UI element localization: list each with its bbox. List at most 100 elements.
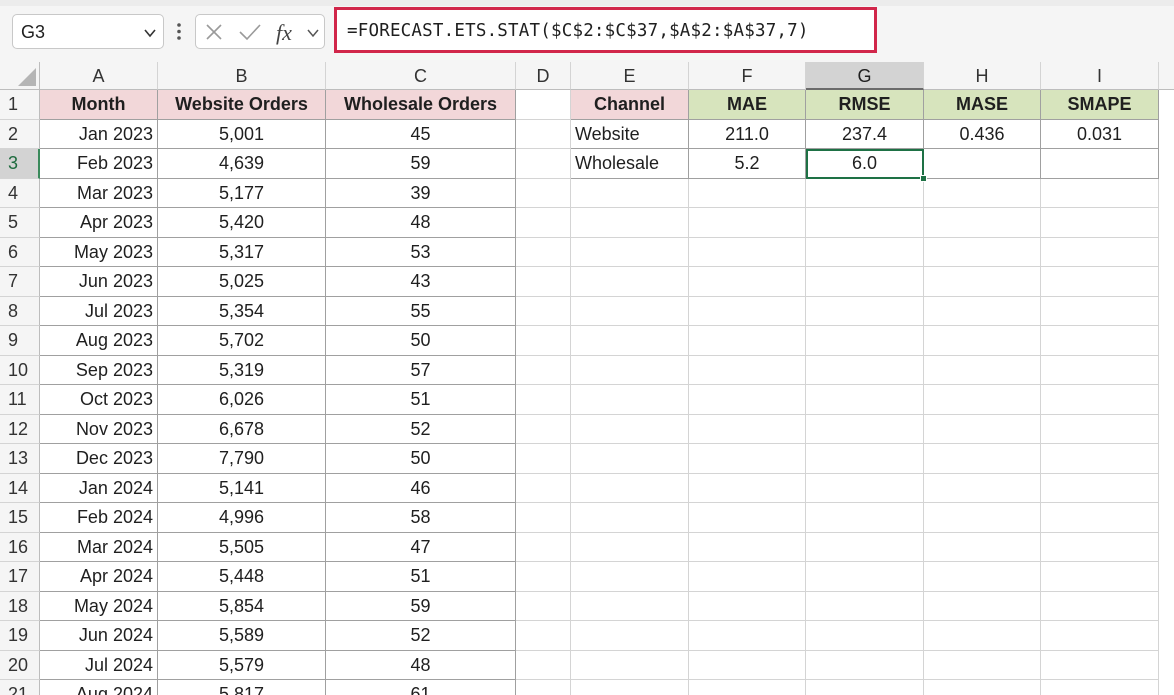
cell-f18[interactable] xyxy=(689,591,806,621)
month-cell[interactable]: Jul 2023 xyxy=(40,296,158,326)
wholesale-orders-cell[interactable]: 59 xyxy=(326,591,516,621)
cell-g8[interactable] xyxy=(806,296,924,326)
cell-e15[interactable] xyxy=(571,503,689,533)
cell-h18[interactable] xyxy=(924,591,1041,621)
wholesale-orders-cell[interactable]: 57 xyxy=(326,355,516,385)
table1-header-a[interactable]: Month xyxy=(40,90,158,120)
cell-i11[interactable] xyxy=(1041,385,1159,415)
channel-cell[interactable]: Wholesale xyxy=(571,149,689,179)
cell-h7[interactable] xyxy=(924,267,1041,297)
wholesale-orders-cell[interactable]: 59 xyxy=(326,149,516,179)
column-header-a[interactable]: A xyxy=(40,62,158,90)
cell-h17[interactable] xyxy=(924,562,1041,592)
cell-g19[interactable] xyxy=(806,621,924,651)
cell-i12[interactable] xyxy=(1041,414,1159,444)
month-cell[interactable]: Mar 2024 xyxy=(40,532,158,562)
cell-f4[interactable] xyxy=(689,178,806,208)
month-cell[interactable]: Oct 2023 xyxy=(40,385,158,415)
cell-g14[interactable] xyxy=(806,473,924,503)
cell-h14[interactable] xyxy=(924,473,1041,503)
metric-cell[interactable]: 5.2 xyxy=(689,149,806,179)
wholesale-orders-cell[interactable]: 47 xyxy=(326,532,516,562)
row-header-3[interactable]: 3 xyxy=(0,149,40,179)
cell-e19[interactable] xyxy=(571,621,689,651)
cell-f19[interactable] xyxy=(689,621,806,651)
cell-e10[interactable] xyxy=(571,355,689,385)
cell-g11[interactable] xyxy=(806,385,924,415)
metric-cell[interactable] xyxy=(924,149,1041,179)
cell-e17[interactable] xyxy=(571,562,689,592)
cell-h12[interactable] xyxy=(924,414,1041,444)
cell-f21[interactable] xyxy=(689,680,806,695)
month-cell[interactable]: Jul 2024 xyxy=(40,650,158,680)
cell-e21[interactable] xyxy=(571,680,689,695)
row-header-11[interactable]: 11 xyxy=(0,385,40,415)
cell-g7[interactable] xyxy=(806,267,924,297)
cell-i6[interactable] xyxy=(1041,237,1159,267)
cell-e20[interactable] xyxy=(571,650,689,680)
cell-i21[interactable] xyxy=(1041,680,1159,695)
row-header-15[interactable]: 15 xyxy=(0,503,40,533)
cell-d8[interactable] xyxy=(516,296,571,326)
wholesale-orders-cell[interactable]: 50 xyxy=(326,326,516,356)
more-options-icon[interactable] xyxy=(172,14,186,49)
wholesale-orders-cell[interactable]: 55 xyxy=(326,296,516,326)
table2-header-h[interactable]: MASE xyxy=(924,90,1041,120)
month-cell[interactable]: May 2023 xyxy=(40,237,158,267)
row-header-10[interactable]: 10 xyxy=(0,355,40,385)
row-header-18[interactable]: 18 xyxy=(0,591,40,621)
month-cell[interactable]: May 2024 xyxy=(40,591,158,621)
cell-e11[interactable] xyxy=(571,385,689,415)
website-orders-cell[interactable]: 5,817 xyxy=(158,680,326,695)
expand-chevron-icon[interactable] xyxy=(306,27,320,39)
column-header-h[interactable]: H xyxy=(924,62,1041,90)
row-header-13[interactable]: 13 xyxy=(0,444,40,474)
cell-i18[interactable] xyxy=(1041,591,1159,621)
row-header-1[interactable]: 1 xyxy=(0,90,40,120)
cell-g10[interactable] xyxy=(806,355,924,385)
cell-i19[interactable] xyxy=(1041,621,1159,651)
website-orders-cell[interactable]: 7,790 xyxy=(158,444,326,474)
select-all-button[interactable] xyxy=(0,62,40,90)
row-header-7[interactable]: 7 xyxy=(0,267,40,297)
cell-i15[interactable] xyxy=(1041,503,1159,533)
row-header-8[interactable]: 8 xyxy=(0,296,40,326)
cell-d9[interactable] xyxy=(516,326,571,356)
wholesale-orders-cell[interactable]: 48 xyxy=(326,208,516,238)
cell-h21[interactable] xyxy=(924,680,1041,695)
cell-d13[interactable] xyxy=(516,444,571,474)
cell-f5[interactable] xyxy=(689,208,806,238)
month-cell[interactable]: Jun 2023 xyxy=(40,267,158,297)
cell-e6[interactable] xyxy=(571,237,689,267)
cell-i14[interactable] xyxy=(1041,473,1159,503)
website-orders-cell[interactable]: 5,448 xyxy=(158,562,326,592)
cell-g13[interactable] xyxy=(806,444,924,474)
cell-f6[interactable] xyxy=(689,237,806,267)
cell-g20[interactable] xyxy=(806,650,924,680)
cell-h13[interactable] xyxy=(924,444,1041,474)
cell-d16[interactable] xyxy=(516,532,571,562)
cell-h5[interactable] xyxy=(924,208,1041,238)
website-orders-cell[interactable]: 5,702 xyxy=(158,326,326,356)
channel-cell[interactable]: Website xyxy=(571,119,689,149)
metric-cell-active[interactable]: 6.0 xyxy=(806,149,924,179)
cell-d17[interactable] xyxy=(516,562,571,592)
month-cell[interactable]: Feb 2024 xyxy=(40,503,158,533)
metric-cell[interactable]: 237.4 xyxy=(806,119,924,149)
table2-header-i[interactable]: SMAPE xyxy=(1041,90,1159,120)
cell-d3[interactable] xyxy=(516,149,571,179)
cell-e16[interactable] xyxy=(571,532,689,562)
website-orders-cell[interactable]: 5,579 xyxy=(158,650,326,680)
table2-header-e[interactable]: Channel xyxy=(571,90,689,120)
cell-e7[interactable] xyxy=(571,267,689,297)
month-cell[interactable]: Nov 2023 xyxy=(40,414,158,444)
cell-g6[interactable] xyxy=(806,237,924,267)
cell-f12[interactable] xyxy=(689,414,806,444)
cell-i8[interactable] xyxy=(1041,296,1159,326)
cell-i10[interactable] xyxy=(1041,355,1159,385)
cell-h9[interactable] xyxy=(924,326,1041,356)
cell-h6[interactable] xyxy=(924,237,1041,267)
cell-d4[interactable] xyxy=(516,178,571,208)
cell-e13[interactable] xyxy=(571,444,689,474)
wholesale-orders-cell[interactable]: 45 xyxy=(326,119,516,149)
